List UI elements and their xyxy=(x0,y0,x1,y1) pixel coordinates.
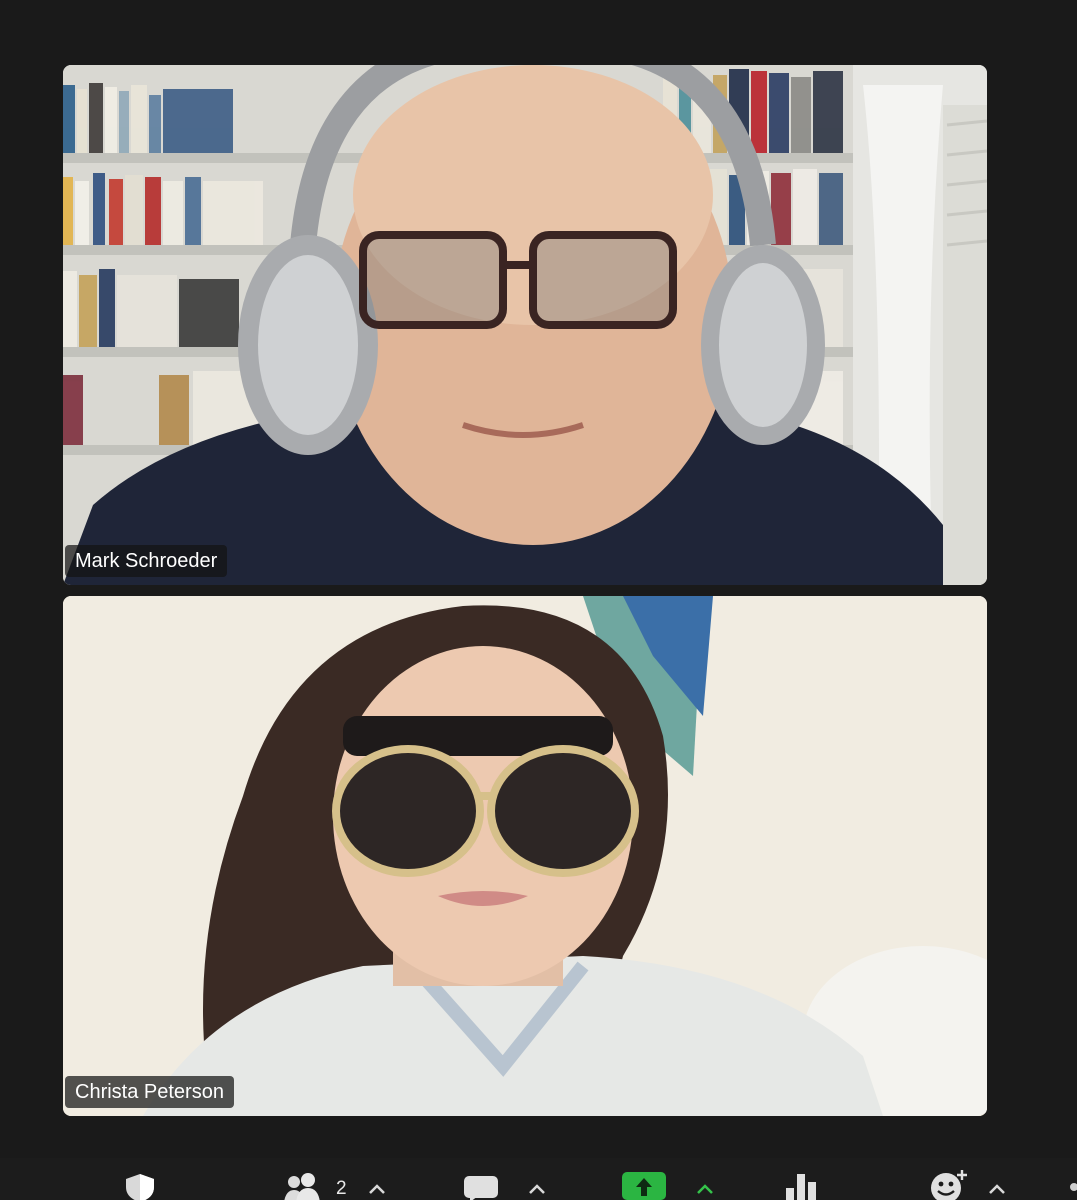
meeting-window: Mark Schroeder Christa Peterson 2 xyxy=(0,0,1077,1200)
participants-button[interactable] xyxy=(284,1172,330,1200)
chevron-up-icon xyxy=(697,1184,713,1194)
participant-video-tile[interactable]: Mark Schroeder xyxy=(63,65,987,585)
polls-button[interactable] xyxy=(784,1172,818,1200)
more-button[interactable] xyxy=(1066,1180,1077,1200)
meeting-toolbar: 2 xyxy=(0,1158,1077,1200)
bar-chart-icon xyxy=(786,1174,816,1200)
participant-video-tile[interactable]: Christa Peterson xyxy=(63,596,987,1116)
share-screen-button[interactable] xyxy=(622,1172,666,1200)
reactions-button[interactable] xyxy=(928,1168,972,1200)
people-icon xyxy=(284,1173,320,1200)
participant-name-label: Christa Peterson xyxy=(65,1076,234,1108)
chevron-up-icon xyxy=(989,1184,1005,1194)
chevron-up-icon xyxy=(529,1184,545,1194)
share-screen-arrow-icon xyxy=(622,1172,666,1200)
chat-options-caret[interactable] xyxy=(528,1182,546,1200)
participants-options-caret[interactable] xyxy=(368,1182,386,1200)
chevron-up-icon xyxy=(369,1184,385,1194)
share-options-caret[interactable] xyxy=(696,1182,714,1200)
participant-video-feed xyxy=(63,596,987,1116)
shield-icon xyxy=(126,1174,154,1200)
participant-video-feed xyxy=(63,65,987,585)
reactions-options-caret[interactable] xyxy=(988,1182,1006,1200)
smiley-plus-icon xyxy=(931,1170,967,1200)
more-icon xyxy=(1070,1183,1077,1191)
participant-name-label: Mark Schroeder xyxy=(65,545,228,577)
chat-button[interactable] xyxy=(462,1172,500,1200)
chat-bubble-icon xyxy=(464,1176,498,1200)
participants-count: 2 xyxy=(336,1178,347,1199)
security-button[interactable] xyxy=(122,1172,158,1200)
